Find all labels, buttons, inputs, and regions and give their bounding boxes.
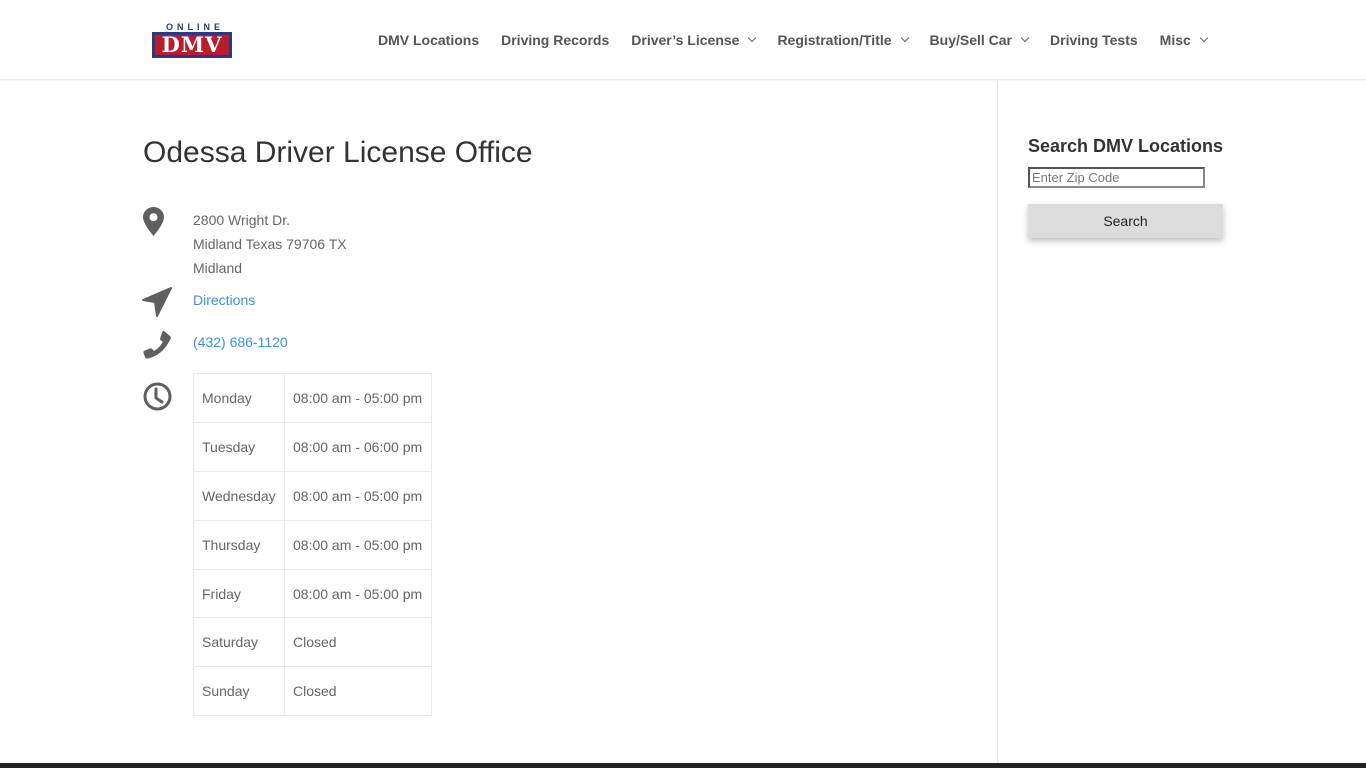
site-header: ONLINE DMV DMV Locations Driving Records… [0, 0, 1366, 80]
nav-driving-tests[interactable]: Driving Tests [1050, 32, 1138, 48]
phone-icon [143, 330, 171, 364]
hours-time: 08:00 am - 06:00 pm [284, 421, 432, 472]
phone-link[interactable]: (432) 686-1120 [193, 334, 288, 350]
nav-label: Misc [1159, 32, 1191, 48]
hours-time: 08:00 am - 05:00 pm [284, 568, 432, 619]
zip-code-input[interactable] [1028, 167, 1205, 188]
nav-misc[interactable]: Misc [1159, 32, 1209, 48]
nav-label: Driving Tests [1050, 32, 1138, 48]
sidebar-search-title: Search DMV Locations [1028, 136, 1224, 156]
location-arrow-icon [142, 287, 172, 322]
nav-drivers-license[interactable]: Driver’s License [631, 32, 757, 48]
address-line-county: Midland [193, 260, 243, 276]
footer-bar [0, 763, 1366, 768]
hours-row: Sunday Closed [193, 666, 432, 717]
hours-day: Tuesday [193, 421, 285, 472]
nav-label: Buy/Sell Car [929, 32, 1013, 48]
hours-row: Tuesday 08:00 am - 06:00 pm [193, 421, 432, 472]
nav-label: Registration/Title [777, 32, 892, 48]
map-pin-icon [143, 207, 164, 241]
hours-row: Wednesday 08:00 am - 05:00 pm [193, 470, 432, 521]
hours-day: Saturday [193, 617, 285, 668]
hours-day: Monday [193, 373, 285, 423]
hours-time: Closed [284, 617, 432, 668]
hours-time: Closed [284, 666, 432, 717]
hours-row: Friday 08:00 am - 05:00 pm [193, 568, 432, 619]
nav-buy-sell-car[interactable]: Buy/Sell Car [929, 32, 1030, 48]
logo-online-text: ONLINE [165, 22, 224, 32]
nav-label: Driver’s License [631, 32, 740, 48]
hours-row: Thursday 08:00 am - 05:00 pm [193, 519, 432, 570]
hours-day: Wednesday [193, 470, 285, 521]
main-nav: DMV Locations Driving Records Driver’s L… [378, 31, 1209, 49]
address-line-street: 2800 Wright Dr. [193, 212, 291, 228]
nav-label: DMV Locations [378, 32, 480, 48]
hours-day: Sunday [193, 666, 285, 717]
sidebar-divider [997, 81, 998, 763]
hours-row: Monday 08:00 am - 05:00 pm [193, 373, 432, 423]
office-address: 2800 Wright Dr. Midland Texas 79706 TX M… [193, 208, 347, 280]
chevron-down-icon [900, 33, 909, 43]
nav-registration-title[interactable]: Registration/Title [777, 32, 909, 48]
logo-dmv-text: DMV [152, 32, 232, 58]
address-line-city: Midland Texas 79706 TX [193, 236, 347, 252]
hours-time: 08:00 am - 05:00 pm [284, 519, 432, 570]
nav-driving-records[interactable]: Driving Records [501, 32, 609, 48]
search-button[interactable]: Search [1028, 204, 1223, 238]
clock-icon [143, 382, 172, 416]
hours-time: 08:00 am - 05:00 pm [284, 373, 432, 423]
site-logo[interactable]: ONLINE DMV [152, 22, 232, 58]
nav-label: Driving Records [501, 32, 610, 48]
hours-day: Thursday [193, 519, 285, 570]
nav-dmv-locations[interactable]: DMV Locations [378, 32, 479, 48]
hours-row: Saturday Closed [193, 617, 432, 668]
chevron-down-icon [1020, 33, 1030, 43]
chevron-down-icon [748, 33, 757, 43]
directions-link[interactable]: Directions [193, 292, 255, 308]
hours-time: 08:00 am - 05:00 pm [284, 470, 432, 521]
hours-day: Friday [193, 568, 285, 619]
office-hours-table: Monday 08:00 am - 05:00 pm Tuesday 08:00 a… [193, 373, 432, 717]
page-title: Odessa Driver License Office [143, 136, 533, 169]
chevron-down-icon [1199, 33, 1209, 43]
